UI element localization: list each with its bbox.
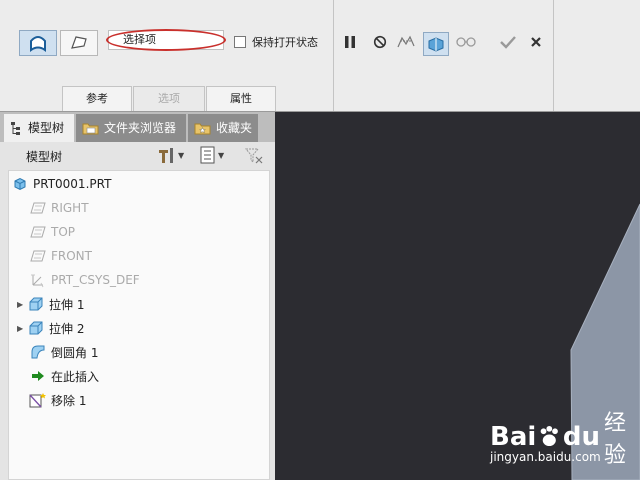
folder-icon <box>82 123 99 135</box>
tree-item-label: 拉伸 1 <box>49 297 85 312</box>
tree-item-top-plane[interactable]: TOP <box>29 221 75 243</box>
preview-geometry-icon <box>397 35 415 48</box>
ribbon-separator <box>333 0 334 111</box>
tree-item-insert-here[interactable]: 在此插入 <box>29 365 99 387</box>
surface-icon <box>30 36 46 52</box>
model-tree-title: 模型树 <box>26 150 63 164</box>
filter-button[interactable] <box>244 147 264 168</box>
ribbon-separator <box>553 0 554 111</box>
glasses-button[interactable] <box>456 32 476 52</box>
list-icon <box>200 146 215 164</box>
tab-folder-browser[interactable]: 文件夹浏览器 <box>76 114 186 142</box>
tree-item-label: 拉伸 2 <box>49 321 85 336</box>
reference-collector-field[interactable]: 选择项 <box>108 30 224 50</box>
dashboard-ribbon: 选择项 保持打开状态 参考 选项 属性 <box>0 0 640 112</box>
tree-item-front-plane[interactable]: FRONT <box>29 245 92 267</box>
tab-options[interactable]: 选项 <box>133 86 205 111</box>
tab-favorites[interactable]: 收藏夹 <box>188 114 258 142</box>
attached-preview-button[interactable] <box>396 32 416 52</box>
quilt-mode-button[interactable] <box>60 30 98 56</box>
no-preview-icon <box>373 35 387 49</box>
model-tree-icon <box>11 122 20 135</box>
settings-menu-button[interactable]: ▼ <box>156 146 184 164</box>
datum-plane-icon <box>30 202 46 214</box>
tab-properties[interactable]: 属性 <box>206 86 276 111</box>
ok-button[interactable] <box>498 32 518 52</box>
tree-item-label: TOP <box>51 225 76 239</box>
expand-arrow-icon[interactable]: ▶ <box>17 300 27 309</box>
pause-button[interactable] <box>340 32 360 52</box>
model-tree-panel: 模型树 ▼ ▼ PRT0001.PRT RIGHT TOP FRONT PRT_… <box>0 142 275 480</box>
tab-favorites-label: 收藏夹 <box>216 121 253 135</box>
extrude-icon <box>29 321 43 335</box>
tab-folder-browser-label: 文件夹浏览器 <box>104 121 177 135</box>
tree-item-extrude-1[interactable]: ▶ 拉伸 1 <box>17 293 84 315</box>
datum-plane-icon <box>30 226 46 238</box>
verify-icon <box>428 37 444 52</box>
tree-item-label: RIGHT <box>51 201 89 215</box>
tree-item-right-plane[interactable]: RIGHT <box>29 197 89 219</box>
datum-plane-icon <box>30 250 46 262</box>
filter-icon <box>244 148 263 164</box>
csys-icon <box>31 274 44 288</box>
tree-item-extrude-2[interactable]: ▶ 拉伸 2 <box>17 317 84 339</box>
expand-arrow-icon[interactable]: ▶ <box>17 324 27 333</box>
remove-feature-icon <box>29 393 46 408</box>
extrude-icon <box>29 297 43 311</box>
navigator-tabs: 模型树 文件夹浏览器 收藏夹 <box>0 112 275 142</box>
keep-open-label: 保持打开状态 <box>252 36 318 49</box>
part-icon <box>14 177 26 191</box>
checkmark-icon <box>500 36 516 49</box>
tree-item-label: 移除 1 <box>51 393 87 408</box>
tab-model-tree[interactable]: 模型树 <box>4 114 74 142</box>
tab-model-tree-label: 模型树 <box>28 121 65 135</box>
round-icon <box>31 345 45 359</box>
insert-arrow-icon <box>32 371 44 381</box>
close-icon <box>531 37 541 47</box>
tree-item-label: 在此插入 <box>51 369 100 384</box>
chevron-down-icon: ▼ <box>178 150 185 160</box>
glasses-icon <box>456 37 476 47</box>
model-tree: PRT0001.PRT RIGHT TOP FRONT PRT_CSYS_DEF… <box>8 170 270 480</box>
tree-item-label: PRT0001.PRT <box>33 177 112 191</box>
tree-item-label: FRONT <box>51 249 92 263</box>
tree-item-round-1[interactable]: 倒圆角 1 <box>29 341 98 363</box>
show-menu-button[interactable]: ▼ <box>200 146 224 164</box>
surface-mode-button[interactable] <box>19 30 57 56</box>
tab-references[interactable]: 参考 <box>62 86 132 111</box>
model-tree-toolbar: 模型树 ▼ ▼ <box>0 142 275 169</box>
pause-icon <box>345 36 355 48</box>
verify-mode-button[interactable] <box>423 32 449 56</box>
no-preview-button[interactable] <box>370 32 390 52</box>
tree-item-label: PRT_CSYS_DEF <box>51 273 140 287</box>
chevron-down-icon: ▼ <box>218 150 225 160</box>
favorites-icon <box>194 123 211 135</box>
watermark-brand-a: Bai <box>490 422 537 452</box>
watermark-brand-b: du <box>562 422 600 452</box>
quilt-icon <box>71 36 87 49</box>
tree-item-remove-1[interactable]: 移除 1 <box>29 389 86 411</box>
paw-logo-icon <box>540 425 559 447</box>
watermark-url: jingyan.baidu.com <box>490 450 601 464</box>
cancel-button[interactable] <box>526 32 546 52</box>
watermark-brand-c: 经验 <box>603 411 626 468</box>
keep-open-checkbox[interactable] <box>234 36 246 48</box>
tree-item-csys[interactable]: PRT_CSYS_DEF <box>29 269 140 291</box>
tree-item-label: 倒圆角 1 <box>51 345 99 360</box>
tree-item-part[interactable]: PRT0001.PRT <box>11 173 111 195</box>
tools-icon <box>159 148 173 163</box>
